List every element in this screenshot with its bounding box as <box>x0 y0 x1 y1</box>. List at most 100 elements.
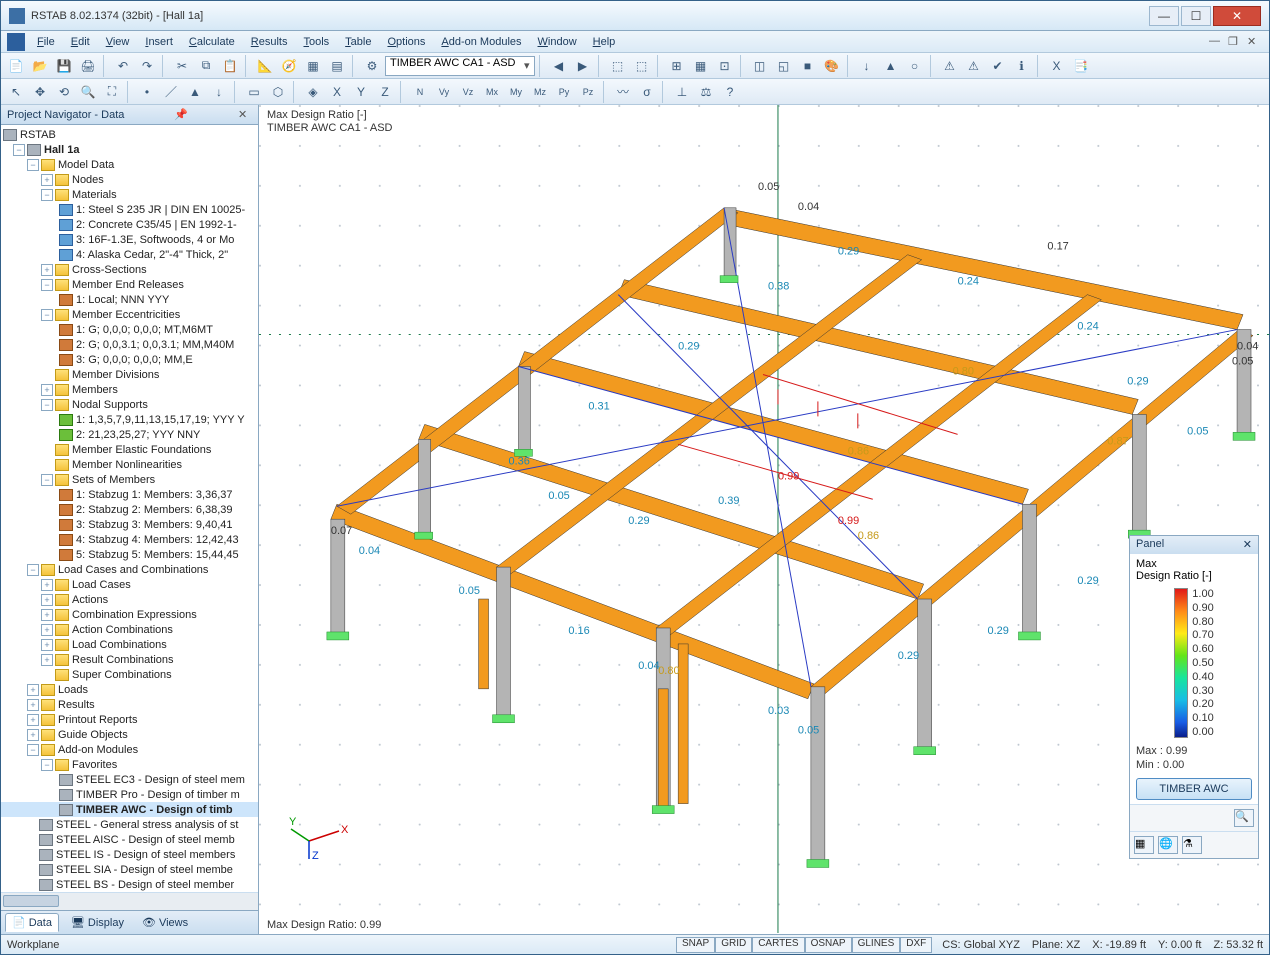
member-icon[interactable]: ／ <box>160 81 182 103</box>
diag-n-icon[interactable]: N <box>409 81 431 103</box>
warn1-icon[interactable]: ⚠ <box>939 55 961 77</box>
tree-ce[interactable]: +Combination Expressions <box>1 607 258 622</box>
save-icon[interactable]: 💾 <box>53 55 75 77</box>
menu-results[interactable]: Results <box>243 34 296 50</box>
snap-icon[interactable]: ⊡ <box>714 55 736 77</box>
tree-m4[interactable]: STEEL SIA - Design of steel membe <box>1 862 258 877</box>
node-icon[interactable]: • <box>136 81 158 103</box>
diag-vz-icon[interactable]: Vz <box>457 81 479 103</box>
minimize-button[interactable]: — <box>1149 6 1179 26</box>
colors-icon[interactable]: 🎨 <box>821 55 843 77</box>
tree-addon[interactable]: −Add-on Modules <box>1 742 258 757</box>
panel-tab-colors-icon[interactable]: ▦ <box>1134 836 1154 854</box>
menu-addon[interactable]: Add-on Modules <box>433 34 529 50</box>
menu-tools[interactable]: Tools <box>295 34 337 50</box>
viewport-3d[interactable]: Max Design Ratio [-] TIMBER AWC CA1 - AS… <box>259 105 1269 934</box>
tree-mat1[interactable]: 1: Steel S 235 JR | DIN EN 10025- <box>1 202 258 217</box>
grid-icon[interactable]: ▦ <box>690 55 712 77</box>
arrow-right-icon[interactable]: ▶ <box>572 55 594 77</box>
undo-icon[interactable]: ↶ <box>112 55 134 77</box>
timber-awc-button[interactable]: TIMBER AWC <box>1136 778 1252 800</box>
panel-close-icon[interactable]: ✕ <box>1243 538 1252 552</box>
tree-memendrel[interactable]: −Member End Releases <box>1 277 258 292</box>
render-icon[interactable]: ◫ <box>749 55 771 77</box>
diag-my-icon[interactable]: My <box>505 81 527 103</box>
maximize-button[interactable]: ☐ <box>1181 6 1211 26</box>
tree-model[interactable]: −Hall 1a <box>1 142 258 157</box>
tab-data[interactable]: 📄Data <box>5 913 59 932</box>
tree-som4[interactable]: 4: Stabzug 4: Members: 12,42,43 <box>1 532 258 547</box>
tree-fav1[interactable]: STEEL EC3 - Design of steel mem <box>1 772 258 787</box>
navigator-icon[interactable]: 🧭 <box>278 55 300 77</box>
menu-view[interactable]: View <box>98 34 138 50</box>
tree-mat4[interactable]: 4: Alaska Cedar, 2"-4" Thick, 2" <box>1 247 258 262</box>
snap-cartes[interactable]: CARTES <box>752 937 804 953</box>
panel-header[interactable]: Panel✕ <box>1130 536 1258 554</box>
loadcase-dropdown[interactable]: TIMBER AWC CA1 - ASD <box>385 56 535 76</box>
tree-ac[interactable]: +Actions <box>1 592 258 607</box>
measure-icon[interactable]: 📐 <box>254 55 276 77</box>
view-x-icon[interactable]: X <box>326 81 348 103</box>
tree-printout[interactable]: +Printout Reports <box>1 712 258 727</box>
mdi-minimize-icon[interactable]: — <box>1209 35 1225 49</box>
navigator-hscroll[interactable] <box>1 892 258 910</box>
hinge-icon[interactable]: ○ <box>904 55 926 77</box>
sel-poly-icon[interactable]: ⬡ <box>267 81 289 103</box>
tree-guide[interactable]: +Guide Objects <box>1 727 258 742</box>
snap-dxf[interactable]: DXF <box>900 937 932 953</box>
support2-icon[interactable]: ▲ <box>184 81 206 103</box>
tree-fav[interactable]: −Favorites <box>1 757 258 772</box>
menu-calculate[interactable]: Calculate <box>181 34 243 50</box>
tree-rcomb[interactable]: +Result Combinations <box>1 652 258 667</box>
tree-root[interactable]: RSTAB <box>1 127 258 142</box>
diag-pz-icon[interactable]: Pz <box>577 81 599 103</box>
panel-tab-factors-icon[interactable]: 🌐 <box>1158 836 1178 854</box>
diag-py-icon[interactable]: Py <box>553 81 575 103</box>
tree-me1[interactable]: 1: G; 0,0,0; 0,0,0; MT,M6MT <box>1 322 258 337</box>
tree-nodals[interactable]: −Nodal Supports <box>1 397 258 412</box>
select-arrow-icon[interactable]: ↖ <box>5 81 27 103</box>
results-panel[interactable]: Panel✕ Max Design Ratio [-] 1.000.900.80… <box>1129 535 1259 859</box>
menu-help[interactable]: Help <box>585 34 624 50</box>
tree-me2[interactable]: 2: G; 0,0,3.1; 0,0,3.1; MM,M40M <box>1 337 258 352</box>
paste-icon[interactable]: 📋 <box>219 55 241 77</box>
tree-ns2[interactable]: 2: 21,23,25,27; YYY NNY <box>1 427 258 442</box>
load-icon[interactable]: ↓ <box>856 55 878 77</box>
tree-members[interactable]: +Members <box>1 382 258 397</box>
check-icon[interactable]: ✔ <box>987 55 1009 77</box>
arrow-left-icon[interactable]: ◀ <box>548 55 570 77</box>
tree-mnl[interactable]: Member Nonlinearities <box>1 457 258 472</box>
open-folder-icon[interactable]: 📂 <box>29 55 51 77</box>
tab-views[interactable]: 👁Views <box>136 914 194 931</box>
tree-som3[interactable]: 3: Stabzug 3: Members: 9,40,41 <box>1 517 258 532</box>
tables-icon[interactable]: ▦ <box>302 55 324 77</box>
zoom-all-icon[interactable]: ⛶ <box>101 81 123 103</box>
diag-mz-icon[interactable]: Mz <box>529 81 551 103</box>
pin-icon[interactable]: 📌 <box>174 108 188 122</box>
help-icon[interactable]: ? <box>719 81 741 103</box>
report-icon[interactable]: 📑 <box>1070 55 1092 77</box>
tree[interactable]: RSTAB −Hall 1a −Model Data +Nodes −Mater… <box>1 125 258 892</box>
tree-fav2[interactable]: TIMBER Pro - Design of timber m <box>1 787 258 802</box>
snap-grid[interactable]: GRID <box>715 937 752 953</box>
warn2-icon[interactable]: ⚠ <box>963 55 985 77</box>
xxx-icon[interactable]: ⊞ <box>666 55 688 77</box>
tree-som[interactable]: −Sets of Members <box>1 472 258 487</box>
xyz2-icon[interactable]: ⬚ <box>631 55 653 77</box>
navigator-close-icon[interactable]: ✕ <box>238 108 252 122</box>
excel-icon[interactable]: X <box>1046 55 1068 77</box>
diag-mx-icon[interactable]: Mx <box>481 81 503 103</box>
tree-memdiv[interactable]: Member Divisions <box>1 367 258 382</box>
print-icon[interactable]: 🖨 <box>77 55 99 77</box>
view-y-icon[interactable]: Y <box>350 81 372 103</box>
snap-osnap[interactable]: OSNAP <box>805 937 852 953</box>
menu-table[interactable]: Table <box>337 34 379 50</box>
tree-som5[interactable]: 5: Stabzug 5: Members: 15,44,45 <box>1 547 258 562</box>
menu-window[interactable]: Window <box>530 34 585 50</box>
tree-mer1[interactable]: 1: Local; NNN YYY <box>1 292 258 307</box>
zoom-icon[interactable]: 🔍 <box>77 81 99 103</box>
tree-mat2[interactable]: 2: Concrete C35/45 | EN 1992-1- <box>1 217 258 232</box>
view-iso-icon[interactable]: ◈ <box>302 81 324 103</box>
tree-scomb[interactable]: Super Combinations <box>1 667 258 682</box>
load2-icon[interactable]: ↓ <box>208 81 230 103</box>
